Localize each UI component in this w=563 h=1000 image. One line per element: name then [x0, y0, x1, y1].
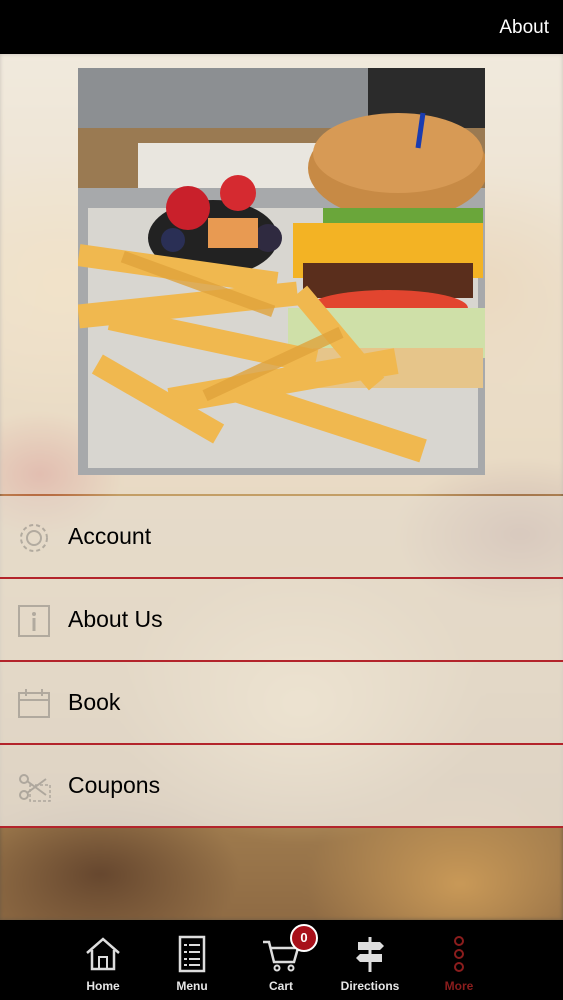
menu-item-label: Account	[68, 523, 152, 549]
bottom-tab-bar: Home Menu 0 Cart Directions More	[0, 920, 563, 1000]
hero-food-image	[78, 68, 485, 475]
menu-item-label: Coupons	[68, 772, 161, 798]
menu-item-label: Book	[68, 689, 121, 715]
more-icon	[439, 934, 479, 974]
calendar-icon	[16, 686, 52, 722]
menu-item-about-us[interactable]: About Us	[0, 579, 563, 662]
menu-list-icon	[172, 934, 212, 974]
tab-home[interactable]: Home	[58, 920, 148, 1000]
scissors-icon	[16, 769, 52, 805]
tab-cart[interactable]: 0 Cart	[236, 920, 326, 1000]
gear-icon	[16, 520, 52, 556]
tab-label: Home	[86, 979, 120, 993]
menu-item-coupons[interactable]: Coupons	[0, 745, 563, 828]
more-menu-list: Account About Us Book Coupons	[0, 496, 563, 828]
menu-item-book[interactable]: Book	[0, 662, 563, 745]
tab-directions[interactable]: Directions	[325, 920, 415, 1000]
home-icon	[83, 934, 123, 974]
tab-menu[interactable]: Menu	[147, 920, 237, 1000]
page-title: About	[499, 17, 549, 38]
tab-more[interactable]: More	[414, 920, 504, 1000]
top-bar: About	[0, 0, 563, 54]
tab-label: Cart	[268, 979, 293, 993]
tab-label: Directions	[340, 979, 400, 993]
burger-fries-illustration	[78, 68, 485, 475]
signpost-icon	[350, 934, 390, 974]
tab-label: More	[444, 979, 474, 993]
cart-count-badge: 0	[290, 924, 318, 952]
info-icon	[16, 603, 52, 639]
tab-label: Menu	[176, 979, 208, 993]
menu-item-label: About Us	[68, 606, 163, 632]
menu-item-account[interactable]: Account	[0, 496, 563, 579]
